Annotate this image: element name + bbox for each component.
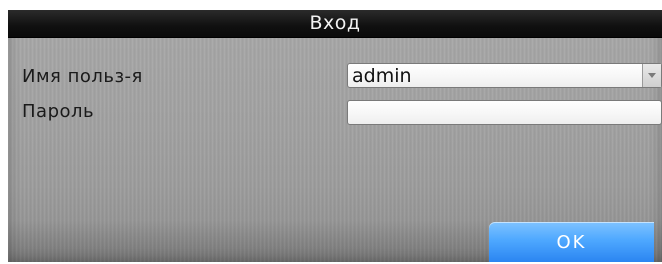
password-field[interactable] bbox=[347, 100, 662, 125]
ok-button[interactable]: OK bbox=[489, 222, 654, 262]
chevron-down-icon bbox=[648, 73, 656, 78]
password-label: Пароль bbox=[22, 101, 95, 122]
username-dropdown-button[interactable] bbox=[642, 64, 661, 87]
username-value: admin bbox=[352, 65, 412, 87]
dialog-titlebar: Вход bbox=[8, 10, 662, 38]
dialog-title: Вход bbox=[309, 12, 361, 34]
screen: Вход Имя польз-я admin Пароль OK bbox=[0, 0, 662, 264]
username-select[interactable]: admin bbox=[347, 63, 662, 88]
username-label: Имя польз-я bbox=[22, 66, 143, 87]
